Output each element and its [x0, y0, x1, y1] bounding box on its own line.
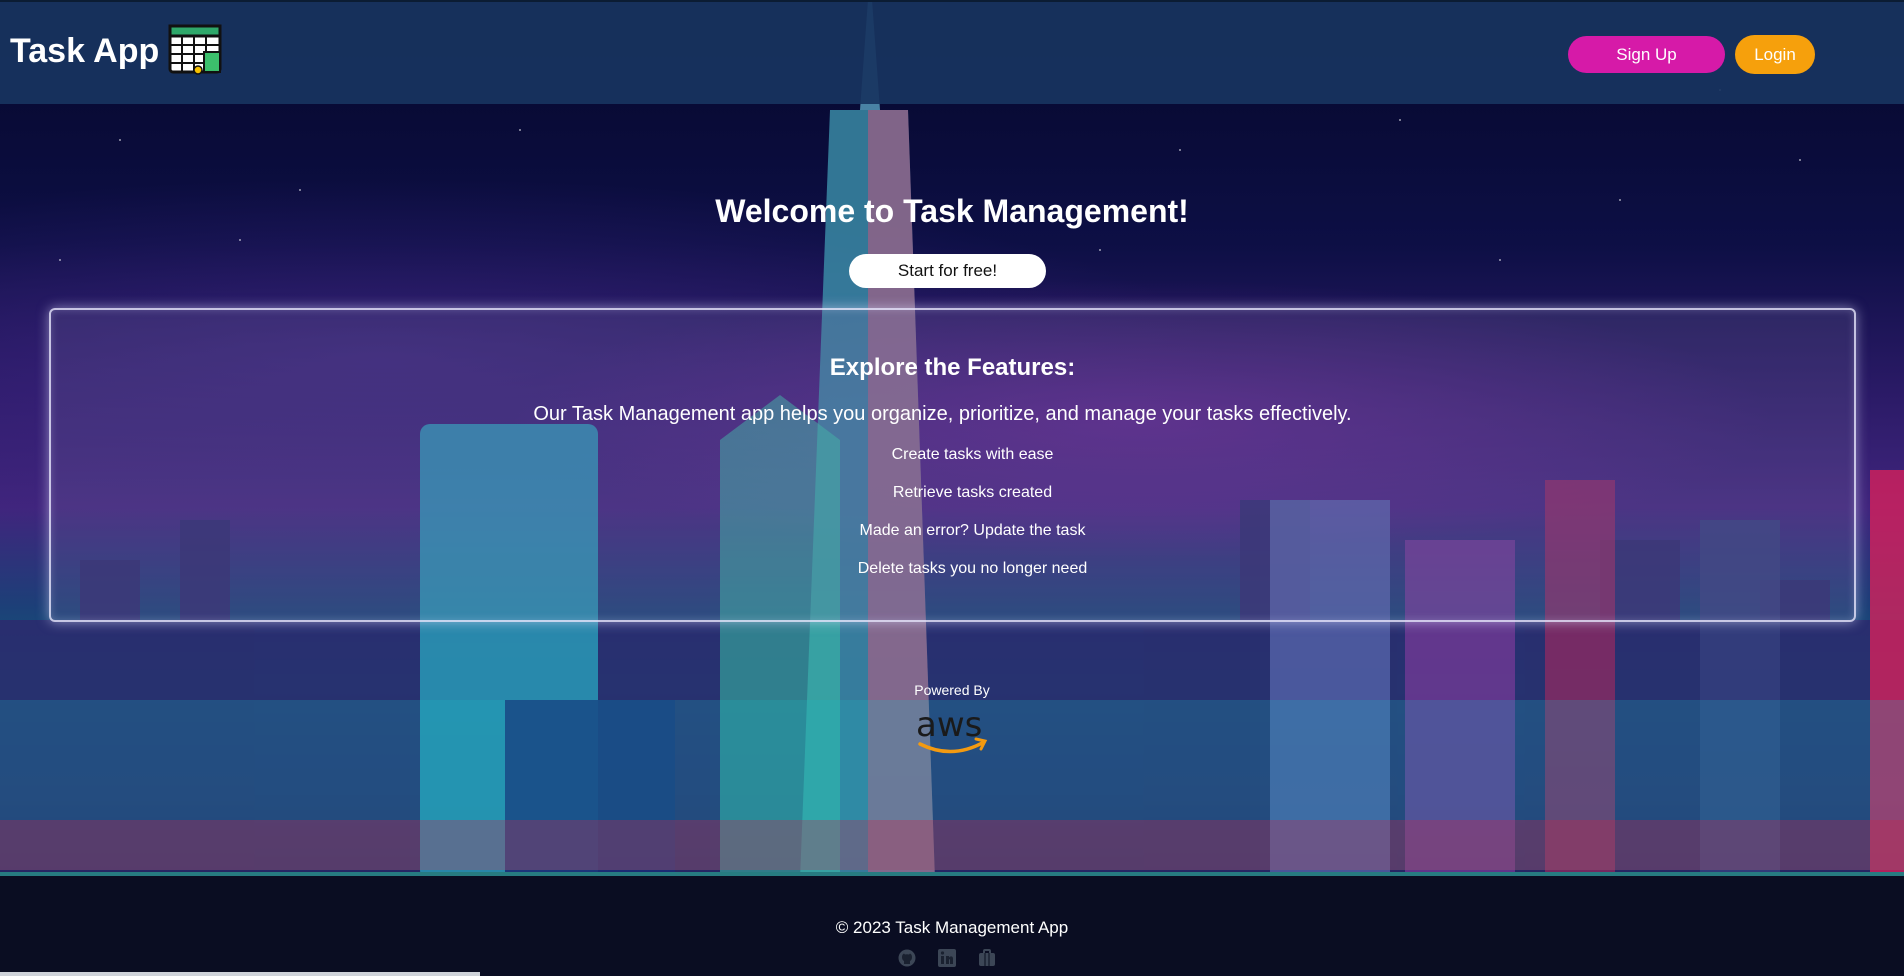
feature-item-create: Create tasks with ease: [891, 446, 1054, 463]
linkedin-icon[interactable]: [937, 948, 957, 968]
sign-up-button[interactable]: Sign Up: [1568, 36, 1725, 73]
features-panel: Explore the Features: Our Task Managemen…: [49, 308, 1856, 622]
aws-logo-text: aws: [916, 705, 982, 745]
features-description: Our Task Management app helps you organi…: [533, 403, 1352, 425]
top-navbar: Task App Sign Up Login: [0, 0, 1904, 104]
features-title: Explore the Features:: [829, 354, 1076, 381]
brand-title[interactable]: Task App: [10, 32, 159, 71]
spreadsheet-logo-icon[interactable]: [168, 22, 224, 78]
feature-item-delete: Delete tasks you no longer need: [857, 560, 1088, 577]
powered-by-label: Powered By: [914, 682, 990, 698]
feature-list: Create tasks with ease Retrieve tasks cr…: [51, 446, 1854, 598]
page-scrollbar[interactable]: [0, 972, 480, 976]
feature-item-retrieve: Retrieve tasks created: [892, 484, 1053, 501]
login-button[interactable]: Login: [1735, 35, 1815, 74]
briefcase-icon[interactable]: [977, 948, 997, 968]
start-for-free-button[interactable]: Start for free!: [849, 254, 1046, 288]
github-icon[interactable]: [897, 948, 917, 968]
feature-item-update: Made an error? Update the task: [859, 522, 1086, 539]
aws-logo-icon: aws: [914, 704, 992, 760]
copyright-text: © 2023 Task Management App: [835, 918, 1069, 937]
hero-title: Welcome to Task Management!: [715, 193, 1189, 229]
